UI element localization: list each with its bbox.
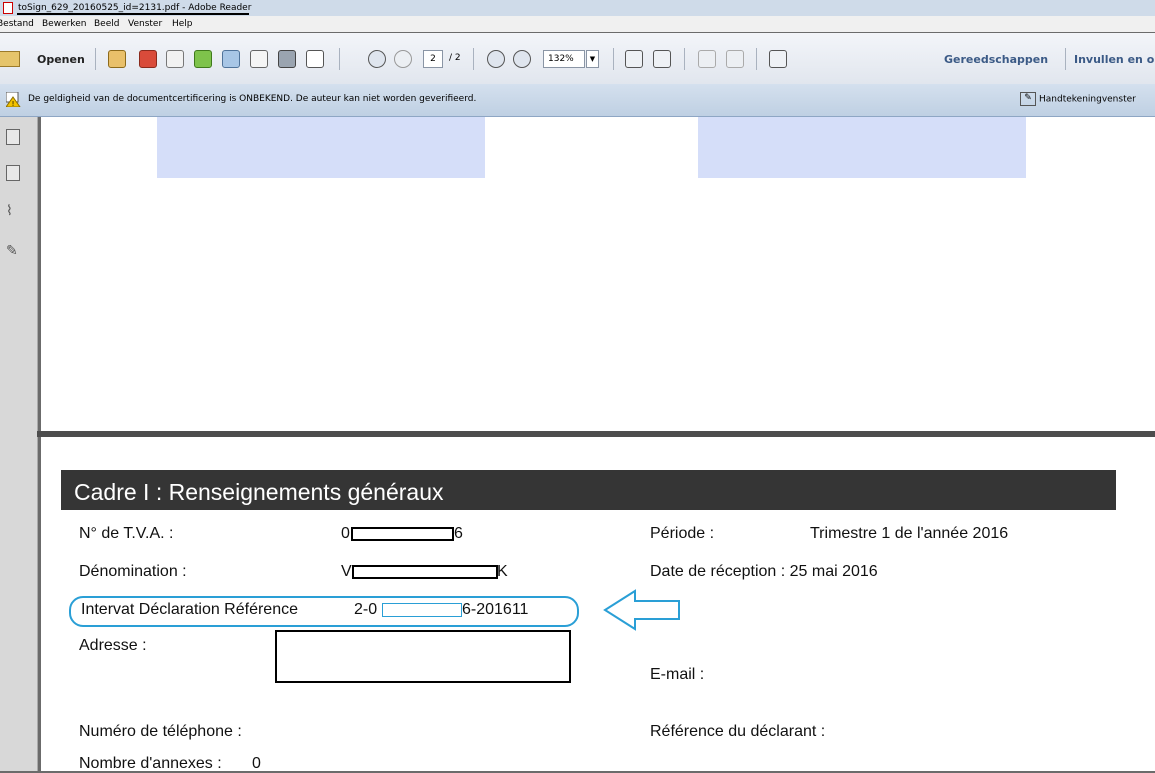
toolbar-separator xyxy=(95,48,96,70)
page-total: / 2 xyxy=(449,53,461,63)
certification-notice-bar: ! De geldigheid van de documentcertifice… xyxy=(0,84,1155,117)
name-prefix: V xyxy=(341,563,352,580)
open-button[interactable]: Openen xyxy=(37,53,85,66)
zoom-input[interactable]: 132% xyxy=(543,50,585,68)
navigation-panel: ⌇ ✎ xyxy=(0,117,38,771)
paperclip-icon[interactable]: ⌇ xyxy=(6,203,20,221)
menu-venster[interactable]: Venster xyxy=(128,16,162,32)
fit-width-icon[interactable] xyxy=(653,50,671,68)
previous-page-icon[interactable] xyxy=(368,50,386,68)
toolbar-separator xyxy=(684,48,685,70)
notice-text: De geldigheid van de documentcertificeri… xyxy=(28,94,477,104)
toolbar-separator xyxy=(613,48,614,70)
print-icon[interactable] xyxy=(278,50,296,68)
warning-icon: ! xyxy=(6,92,21,107)
name-suffix: K xyxy=(497,563,508,580)
zoom-in-icon[interactable] xyxy=(513,50,531,68)
reception-date: Date de réception : 25 mai 2016 xyxy=(650,563,878,580)
vat-suffix: 6 xyxy=(454,525,463,542)
menu-bewerken[interactable]: Bewerken xyxy=(42,16,86,32)
redaction-box xyxy=(382,603,462,617)
signature-panel-label: Handtekeningvenster xyxy=(1039,94,1136,105)
save-icon[interactable] xyxy=(250,50,268,68)
toolbar-separator xyxy=(1065,48,1066,70)
menu-beeld[interactable]: Beeld xyxy=(94,16,119,32)
page-number-input[interactable]: 2 xyxy=(423,50,443,68)
annexes-value: 0 xyxy=(252,755,261,772)
fill-sign-button[interactable]: Invullen en o xyxy=(1074,53,1154,66)
email-icon[interactable] xyxy=(306,50,324,68)
create-pdf-icon[interactable] xyxy=(108,50,126,68)
combine-files-icon[interactable] xyxy=(139,50,157,68)
upload-cloud-icon[interactable] xyxy=(222,50,240,68)
tools-button[interactable]: Gereedschappen xyxy=(944,53,1048,66)
redaction-box xyxy=(352,565,498,579)
arrow-left-icon xyxy=(603,589,680,631)
period-value: Trimestre 1 de l'année 2016 xyxy=(810,525,1009,542)
fullscreen-icon[interactable] xyxy=(769,50,787,68)
declarant-reference-label: Référence du déclarant : xyxy=(650,723,826,740)
next-page-icon[interactable] xyxy=(394,50,412,68)
signature-icon: ✎ xyxy=(1020,92,1036,106)
edit-pdf-icon[interactable] xyxy=(166,50,184,68)
pdf-icon xyxy=(3,2,13,14)
title-underline xyxy=(17,13,249,15)
vat-prefix: 0 xyxy=(341,525,350,542)
email-label: E-mail : xyxy=(650,666,705,683)
signatures-icon[interactable]: ✎ xyxy=(6,243,20,261)
menu-help[interactable]: Help xyxy=(172,16,193,32)
form-field-shade[interactable] xyxy=(157,117,485,178)
address-redaction-box xyxy=(275,630,571,683)
menu-bar: Bestand Bewerken Beeld Venster Help xyxy=(0,16,1155,32)
zoom-out-icon[interactable] xyxy=(487,50,505,68)
pdf-page-2: Cadre I : Renseignements généraux N° de … xyxy=(41,437,1155,772)
annexes-label: Nombre d'annexes : xyxy=(79,755,222,772)
fit-page-icon[interactable] xyxy=(625,50,643,68)
page-thumbnails-icon[interactable] xyxy=(6,129,20,145)
toolbar-separator xyxy=(756,48,757,70)
pdf-page-1 xyxy=(41,117,1155,431)
section-title: Cadre I : Renseignements généraux xyxy=(61,470,1116,510)
signature-panel-button[interactable]: ✎ Handtekeningvenster xyxy=(1020,92,1136,106)
comment-icon[interactable] xyxy=(698,50,716,68)
redaction-box xyxy=(351,527,454,541)
title-bar: toSign_629_20160525_id=2131.pdf - Adobe … xyxy=(0,0,1155,16)
reference-prefix: 2-0 xyxy=(354,601,378,618)
toolbar-separator xyxy=(473,48,474,70)
name-label: Dénomination : xyxy=(79,563,187,580)
highlight-icon[interactable] xyxy=(726,50,744,68)
layers-icon[interactable] xyxy=(6,165,20,181)
reference-suffix: 6-201611 xyxy=(462,601,529,618)
menu-bestand[interactable]: Bestand xyxy=(0,16,34,32)
chevron-down-icon[interactable]: ▼ xyxy=(586,50,599,68)
reference-label: Intervat Déclaration Référence xyxy=(81,601,298,618)
svg-text:!: ! xyxy=(12,100,15,107)
toolbar-separator xyxy=(339,48,340,70)
form-field-shade[interactable] xyxy=(698,117,1026,178)
toolbar: Openen 2 / 2 132% ▼ Gereedschappen Invul… xyxy=(0,33,1155,85)
folder-icon[interactable] xyxy=(0,51,20,67)
phone-label: Numéro de téléphone : xyxy=(79,723,242,740)
open-folder-icon[interactable] xyxy=(194,50,212,68)
vat-label: N° de T.V.A. : xyxy=(79,525,174,542)
period-label: Période : xyxy=(650,525,715,542)
address-label: Adresse : xyxy=(79,637,147,654)
